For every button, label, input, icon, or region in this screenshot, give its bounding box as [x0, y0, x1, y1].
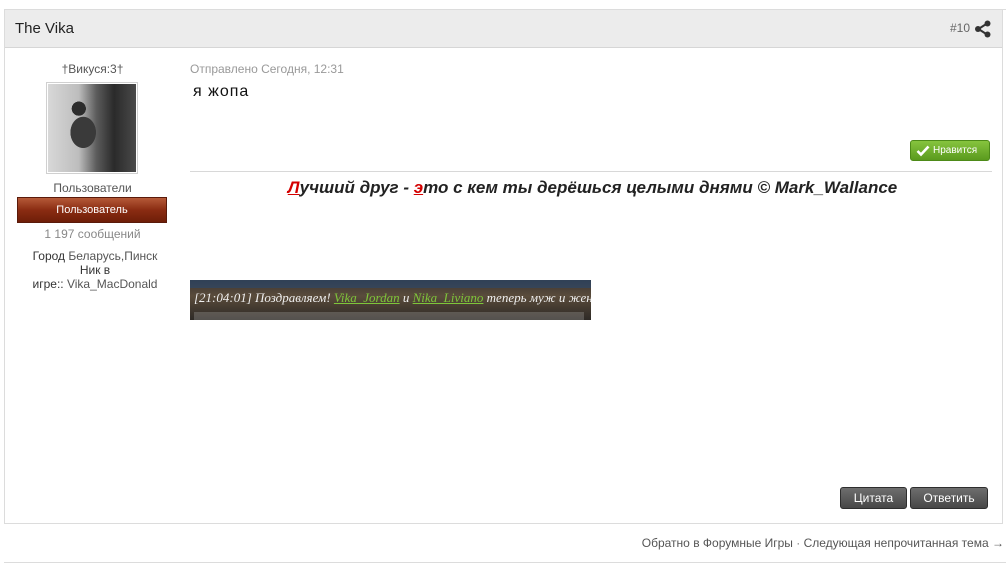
- nav-separator: ·: [792, 536, 804, 550]
- avatar[interactable]: [46, 82, 138, 174]
- quote-button[interactable]: Цитата: [840, 487, 907, 509]
- post-date: Отправлено Сегодня, 12:31: [190, 62, 344, 76]
- sig-text-2: то с кем ты дерёшься целыми днями © Mark…: [423, 178, 898, 197]
- post-count: 1 197 сообщений: [44, 227, 141, 241]
- signature-image: [21:04:01] Поздравляем! Vika_Jordan и Ni…: [190, 280, 591, 320]
- signature-quote: Лучший друг - это с кем ты дерёшься целы…: [190, 178, 995, 198]
- post-body: я жопа: [193, 83, 250, 100]
- user-group: Пользователи: [53, 181, 132, 195]
- bottom-divider: [4, 562, 1006, 563]
- sig-red-letter-2: э: [413, 178, 424, 197]
- group-badge: Пользователь: [17, 197, 167, 223]
- city-label: Город: [32, 249, 66, 263]
- city-value: Беларусь,Пинск: [68, 249, 158, 263]
- back-to-forum-link[interactable]: Обратно в Форумные Игры: [642, 536, 793, 550]
- check-icon: [916, 144, 930, 157]
- author-name-link[interactable]: The Vika: [15, 20, 74, 37]
- bottom-nav: Обратно в Форумные Игры · Следующая непр…: [642, 536, 1004, 550]
- nick-label-line2: игре::: [32, 277, 64, 291]
- sig-text-1: учший друг -: [299, 178, 414, 197]
- user-title: †Викуся:3†: [61, 62, 124, 76]
- sig-image-caption: [21:04:01] Поздравляем! Vika_Jordan и Ni…: [194, 290, 591, 305]
- arrow-right-icon: →: [988, 536, 1004, 550]
- like-button[interactable]: Нравится: [910, 140, 990, 161]
- like-label: Нравится: [933, 145, 978, 156]
- nick-label-line1: Ник в: [79, 263, 111, 277]
- share-icon[interactable]: [974, 20, 992, 38]
- signature-divider: [190, 171, 992, 172]
- post-header: The Vika #10: [5, 10, 1002, 48]
- reply-button[interactable]: Ответить: [910, 487, 988, 509]
- nick-value: Vika_MacDonald: [66, 277, 158, 291]
- field-nick: Ник в игре:: Vika_MacDonald: [25, 263, 165, 291]
- field-city: Город Беларусь,Пинск: [25, 249, 165, 263]
- sig-red-letter-1: Л: [287, 178, 300, 197]
- forum-post: The Vika #10 †Викуся:3† Пользователи Пол…: [4, 9, 1003, 524]
- author-info: †Викуся:3† Пользователи Пользователь 1 1…: [5, 47, 180, 307]
- next-unread-link[interactable]: Следующая непрочитанная тема: [804, 536, 989, 550]
- post-number-link[interactable]: #10: [950, 21, 970, 35]
